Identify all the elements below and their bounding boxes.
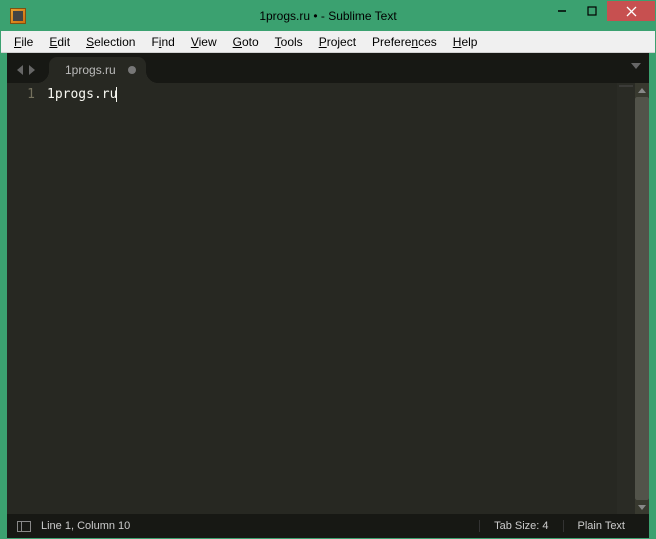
editor-area: 1 1progs.ru — [7, 83, 649, 514]
window-title: 1progs.ru • - Sublime Text — [259, 9, 396, 23]
text-cursor — [116, 87, 117, 102]
tabbar: 1progs.ru — [7, 53, 649, 83]
statusbar: Line 1, Column 10 Tab Size: 4 Plain Text — [1, 514, 655, 538]
menu-view[interactable]: View — [184, 33, 224, 51]
window-controls — [547, 1, 655, 23]
maximize-button[interactable] — [577, 1, 607, 21]
minimize-icon — [557, 6, 567, 16]
scroll-track[interactable] — [635, 97, 649, 500]
chevron-down-icon — [638, 505, 646, 510]
menu-preferences[interactable]: Preferences — [365, 33, 444, 51]
titlebar[interactable]: 1progs.ru • - Sublime Text — [1, 1, 655, 31]
menu-tools[interactable]: Tools — [268, 33, 310, 51]
menu-project[interactable]: Project — [312, 33, 363, 51]
minimap[interactable] — [617, 83, 635, 514]
status-position[interactable]: Line 1, Column 10 — [41, 520, 130, 532]
code-editor[interactable]: 1progs.ru — [47, 83, 617, 514]
scroll-up-button[interactable] — [635, 83, 649, 97]
scroll-down-button[interactable] — [635, 500, 649, 514]
maximize-icon — [587, 6, 597, 16]
menu-file[interactable]: File — [7, 33, 40, 51]
tab-dropdown-icon[interactable] — [631, 63, 641, 69]
tab-label: 1progs.ru — [65, 63, 116, 77]
app-icon — [10, 8, 26, 24]
menu-edit[interactable]: Edit — [42, 33, 77, 51]
menu-goto[interactable]: Goto — [226, 33, 266, 51]
close-icon — [626, 6, 637, 17]
close-button[interactable] — [607, 1, 655, 21]
gutter: 1 — [7, 83, 47, 514]
minimize-button[interactable] — [547, 1, 577, 21]
app-window: 1progs.ru • - Sublime Text File Edit Sel… — [0, 0, 656, 539]
tab-nav — [17, 65, 35, 75]
menu-find[interactable]: Find — [144, 33, 181, 51]
line-number: 1 — [7, 86, 35, 104]
status-tab-size[interactable]: Tab Size: 4 — [479, 520, 562, 532]
menu-selection[interactable]: Selection — [79, 33, 142, 51]
minimap-viewport — [619, 85, 633, 87]
vertical-scrollbar[interactable] — [635, 83, 649, 514]
scroll-thumb[interactable] — [635, 97, 649, 500]
menubar: File Edit Selection Find View Goto Tools… — [1, 31, 655, 53]
menu-help[interactable]: Help — [446, 33, 485, 51]
panel-switcher-icon[interactable] — [17, 521, 31, 532]
tab-nav-left-icon[interactable] — [17, 65, 23, 75]
code-line: 1progs.ru — [47, 86, 617, 104]
tab-nav-right-icon[interactable] — [29, 65, 35, 75]
chevron-up-icon — [638, 88, 646, 93]
body-area: 1progs.ru 1 1progs.ru — [1, 53, 655, 514]
tab-dirty-icon[interactable] — [128, 66, 136, 74]
status-syntax[interactable]: Plain Text — [563, 520, 640, 532]
tab-active[interactable]: 1progs.ru — [49, 57, 146, 83]
